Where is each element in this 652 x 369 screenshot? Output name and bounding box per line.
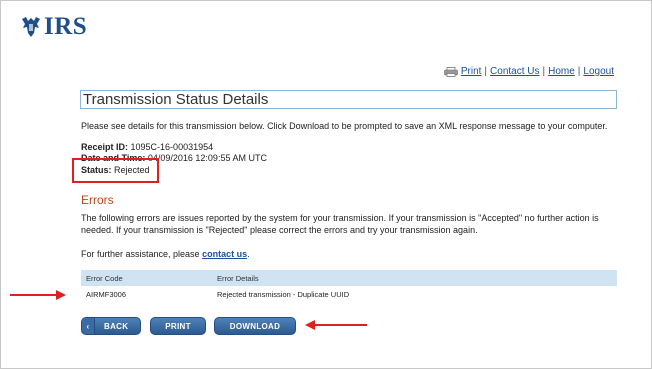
download-button[interactable]: DOWNLOAD	[214, 317, 296, 335]
irs-logo[interactable]: IRS	[20, 14, 87, 39]
assistance-prefix: For further assistance, please	[81, 249, 200, 259]
chevron-left-icon: ‹	[82, 318, 95, 334]
print-button-label: PRINT	[165, 321, 191, 331]
status-highlight-box	[72, 158, 159, 183]
link-separator: |	[484, 66, 488, 77]
column-header-error-code: Error Code	[86, 273, 123, 283]
home-link[interactable]: Home	[548, 66, 575, 77]
error-details-cell: Rejected transmission - Duplicate UUID	[217, 289, 350, 299]
contact-us-inline-link[interactable]: contact us	[202, 249, 247, 259]
intro-text: Please see details for this transmission…	[81, 121, 608, 131]
link-separator: |	[542, 66, 546, 77]
errors-description: The following errors are issues reported…	[81, 213, 599, 235]
print-link[interactable]: Print	[461, 66, 482, 77]
top-links: Print | Contact Us | Home | Logout	[444, 66, 614, 77]
annotation-arrow-right-icon	[10, 290, 66, 300]
errors-table: Error Code Error Details AIRMF3006 Rejec…	[81, 270, 617, 302]
receipt-id-value: 1095C-16-00031954	[130, 142, 214, 152]
logo-text: IRS	[44, 13, 88, 40]
assistance-text: For further assistance, please contact u…	[81, 249, 250, 259]
annotation-arrow-left-icon	[305, 320, 367, 330]
download-button-label: DOWNLOAD	[229, 321, 281, 331]
link-separator: |	[577, 66, 581, 77]
table-header: Error Code Error Details	[81, 270, 617, 286]
window-frame	[0, 0, 652, 369]
receipt-id-label: Receipt ID:	[81, 142, 129, 152]
printer-icon[interactable]	[444, 66, 458, 77]
column-header-error-details: Error Details	[217, 273, 259, 283]
receipt-id-row: Receipt ID: 1095C-16-00031954	[81, 142, 213, 152]
contact-us-link[interactable]: Contact Us	[490, 66, 539, 77]
print-button[interactable]: PRINT	[150, 317, 206, 335]
back-button-label: BACK	[104, 321, 129, 331]
errors-heading: Errors	[81, 193, 114, 207]
error-code-cell: AIRMF3006	[86, 289, 127, 299]
logout-link[interactable]: Logout	[583, 66, 614, 77]
date-time-value: 04/09/2016 12:09:55 AM UTC	[147, 153, 267, 163]
back-button[interactable]: ‹ BACK	[81, 317, 141, 335]
assistance-suffix: .	[247, 249, 250, 259]
page-title: Transmission Status Details	[80, 90, 617, 109]
table-row: AIRMF3006 Rejected transmission - Duplic…	[81, 286, 617, 302]
eagle-emblem-icon	[22, 16, 40, 37]
